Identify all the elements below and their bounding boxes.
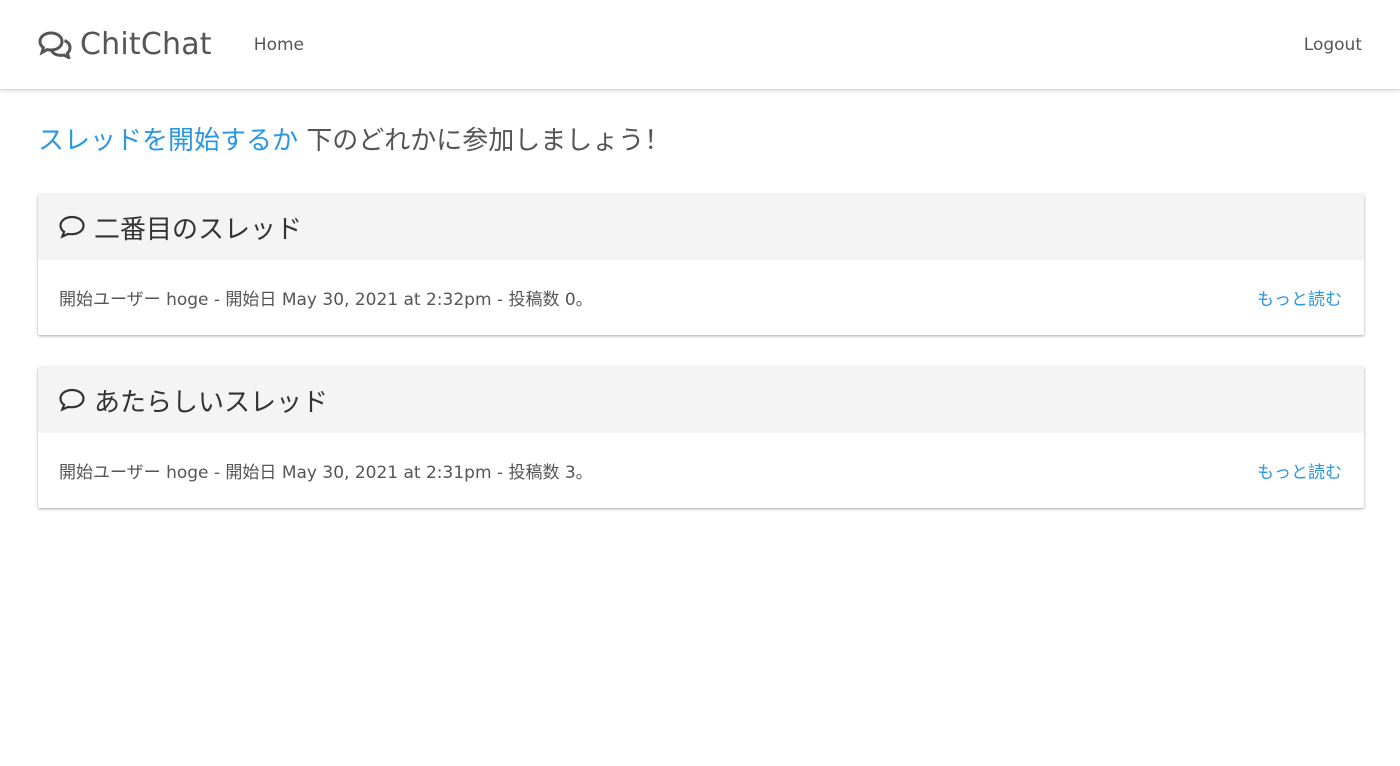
start-thread-link[interactable]: スレッドを開始するか bbox=[38, 126, 298, 156]
nav-home-link[interactable]: Home bbox=[254, 35, 304, 55]
thread-meta: 開始ユーザー hoge - 開始日 May 30, 2021 at 2:32pm… bbox=[59, 290, 593, 310]
thread-card: あたらしいスレッド 開始ユーザー hoge - 開始日 May 30, 2021… bbox=[38, 367, 1364, 508]
thread-card-header: 二番目のスレッド bbox=[38, 194, 1364, 260]
read-more-link[interactable]: もっと読む bbox=[1257, 285, 1342, 310]
navbar: ChitChat Home Logout bbox=[0, 0, 1400, 90]
read-more-link[interactable]: もっと読む bbox=[1257, 458, 1342, 483]
thread-title: あたらしいスレッド bbox=[94, 387, 329, 418]
headline-text: 下のどれかに参加しましょう！ bbox=[298, 126, 671, 156]
thread-meta: 開始ユーザー hoge - 開始日 May 30, 2021 at 2:31pm… bbox=[59, 463, 593, 483]
brand-link[interactable]: ChitChat bbox=[38, 27, 212, 62]
comments-icon bbox=[38, 30, 72, 59]
thread-card: 二番目のスレッド 開始ユーザー hoge - 開始日 May 30, 2021 … bbox=[38, 194, 1364, 335]
page-headline: スレッドを開始するか 下のどれかに参加しましょう！ bbox=[38, 124, 1364, 158]
comment-icon bbox=[59, 215, 85, 239]
nav-logout-link[interactable]: Logout bbox=[1304, 35, 1362, 55]
brand-name: ChitChat bbox=[80, 27, 212, 62]
main-content: スレッドを開始するか 下のどれかに参加しましょう！ 二番目のスレッド 開始ユーザ… bbox=[0, 124, 1400, 508]
thread-title: 二番目のスレッド bbox=[94, 214, 303, 245]
comment-icon bbox=[59, 388, 85, 412]
thread-card-body: 開始ユーザー hoge - 開始日 May 30, 2021 at 2:32pm… bbox=[38, 260, 1364, 335]
thread-card-body: 開始ユーザー hoge - 開始日 May 30, 2021 at 2:31pm… bbox=[38, 433, 1364, 508]
thread-card-header: あたらしいスレッド bbox=[38, 367, 1364, 433]
